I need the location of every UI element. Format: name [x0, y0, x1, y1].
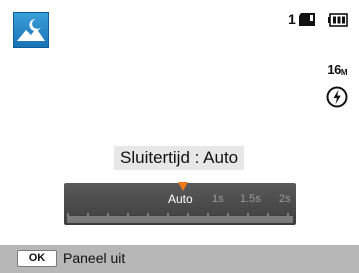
scale-label-auto[interactable]: Auto — [168, 192, 193, 206]
scale-label-1s[interactable]: 1s — [212, 193, 224, 205]
battery-icon — [328, 13, 348, 32]
landscape-mode-icon — [13, 12, 49, 48]
scale-label-2s[interactable]: 2s — [279, 193, 291, 205]
shutter-speed-label: Sluitertijd : Auto — [114, 146, 245, 170]
resolution-unit: M — [340, 68, 348, 77]
ok-button[interactable]: OK — [17, 250, 57, 267]
scale-ticks — [67, 213, 293, 223]
memory-card-icon — [298, 12, 316, 32]
scale-marker-icon — [178, 182, 188, 191]
scale-label-1-5s[interactable]: 1.5s — [240, 193, 261, 205]
camera-screen: 1 16M Sluitertijd : Auto Auto 1s 1.5s 2s — [0, 0, 359, 273]
resolution-value: 16 — [327, 62, 341, 77]
shot-count: 1 — [288, 11, 296, 27]
panel-off-label: Paneel uit — [63, 250, 126, 266]
resolution-indicator: 16M — [327, 62, 347, 77]
help-bar: OK Paneel uit — [0, 245, 359, 273]
flash-off-icon — [326, 86, 348, 113]
